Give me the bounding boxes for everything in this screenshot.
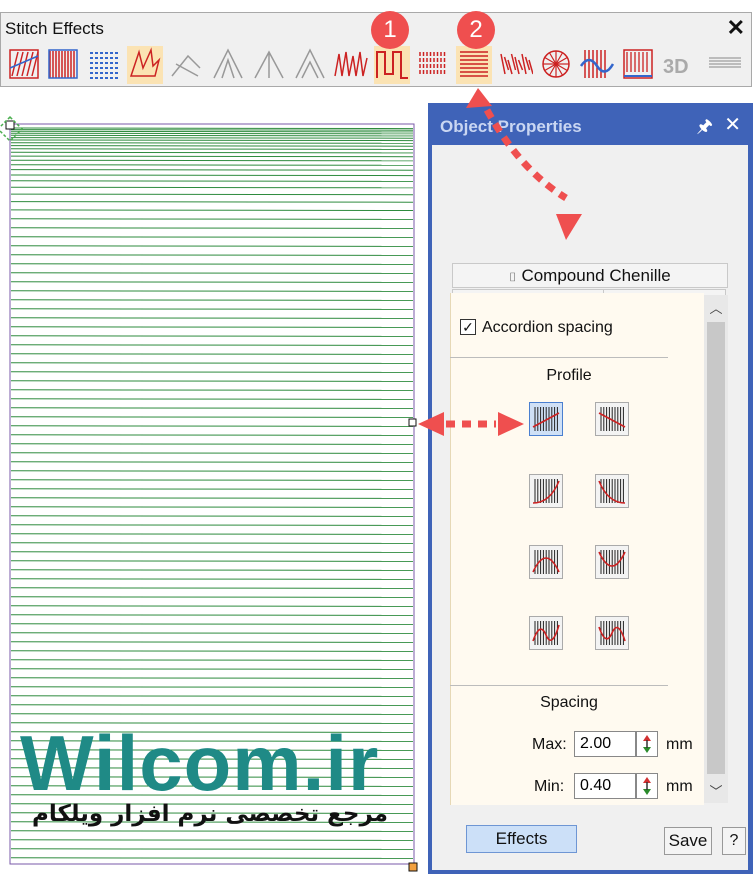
divider — [450, 685, 668, 686]
profile-linear-down-button[interactable] — [595, 402, 629, 436]
accordion-spacing-checkbox[interactable]: ✓ — [460, 319, 476, 335]
object-properties-panel: Object Properties 🖈 ✕ ⌷ Compound Chenille… — [428, 103, 753, 874]
scroll-down-icon[interactable]: ﹀ — [704, 781, 728, 800]
max-spin-button[interactable] — [636, 731, 658, 757]
profile-linear-up-button[interactable] — [529, 402, 563, 436]
max-unit: mm — [666, 736, 693, 753]
square-wave-tool-button[interactable] — [374, 46, 410, 84]
compound-chenille-icon: ⌷ — [509, 270, 517, 284]
raised-satin-tool-button[interactable] — [415, 46, 451, 84]
max-spacing-input[interactable]: 2.00 — [574, 731, 636, 757]
radial-fill-tool-button[interactable] — [538, 46, 574, 84]
carved-fill-tool-button[interactable] — [620, 46, 656, 84]
save-button[interactable]: Save — [664, 827, 712, 855]
spacing-heading: Spacing — [540, 694, 598, 711]
profile-arc-concave-button[interactable] — [595, 545, 629, 579]
star-spray-tool-icon — [129, 47, 161, 77]
profile-linear-down-icon — [598, 407, 626, 431]
svg-text:3D: 3D — [663, 56, 689, 78]
profile-curve-down-icon — [598, 479, 626, 504]
tatami-fill-tool-button[interactable] — [86, 46, 122, 84]
zigzag-fill-tool-icon — [334, 51, 368, 77]
double-spike-tool-icon — [254, 50, 284, 79]
accordion-tool-icon — [460, 51, 488, 77]
updown-icon — [643, 777, 651, 795]
motif-run-tool-button[interactable] — [168, 46, 204, 84]
profile-curve-down-button[interactable] — [595, 474, 629, 508]
tatami-fill-tool-icon — [90, 52, 118, 79]
satin-column-tool-icon — [48, 49, 78, 79]
step-badge-1: 1 — [371, 11, 409, 49]
spike-outline-tool-button[interactable] — [292, 46, 328, 84]
toolbar-title: Stitch Effects — [5, 19, 104, 38]
carved-fill-tool-icon — [623, 49, 653, 79]
square-wave-tool-icon — [376, 51, 408, 79]
profile-curve-up-icon — [532, 479, 560, 504]
accordion-spacing-label: Accordion spacing — [482, 319, 613, 336]
help-button[interactable]: ? — [722, 827, 746, 855]
raised-satin-tool-icon — [419, 52, 446, 76]
profile-curve-up-button[interactable] — [529, 474, 563, 508]
profile-heading: Profile — [546, 367, 592, 384]
min-unit: mm — [666, 778, 693, 795]
radial-fill-tool-icon — [542, 50, 570, 78]
profile-arc-convex-icon — [532, 550, 560, 574]
brand-watermark: Wilcom.ir — [20, 719, 380, 807]
max-label: Max: — [532, 736, 567, 753]
3d-tool-button[interactable]: 3D — [661, 46, 697, 84]
scroll-thumb[interactable] — [707, 322, 725, 774]
random-fill-tool-button[interactable] — [497, 46, 533, 84]
tool-row: 3D — [1, 46, 753, 84]
profile-wave-b-icon — [598, 621, 626, 645]
profile-arc-convex-button[interactable] — [529, 545, 563, 579]
triple-spike-tool-icon — [213, 48, 243, 79]
vertical-scrollbar[interactable]: ︿ ﹀ — [704, 295, 728, 803]
satin-zigzag-tool-icon — [9, 49, 39, 79]
scroll-up-icon[interactable]: ︿ — [704, 298, 728, 317]
tab-label: Compound Chenille — [521, 266, 671, 285]
brand-subtitle: مرجع تخصصی نرم افزار ویلکام — [31, 801, 389, 827]
satin-zigzag-tool-button[interactable] — [6, 46, 42, 84]
profile-wave-a-button[interactable] — [529, 616, 563, 650]
profile-wave-a-icon — [532, 621, 560, 645]
double-spike-tool-button[interactable] — [251, 46, 287, 84]
profile-arc-concave-icon — [598, 550, 626, 574]
wave-fill-tool-icon — [579, 50, 615, 78]
profile-wave-b-button[interactable] — [595, 616, 629, 650]
wave-fill-tool-button[interactable] — [579, 46, 615, 84]
tab-compound-chenille[interactable]: ⌷ Compound Chenille — [452, 263, 728, 288]
motif-run-tool-icon — [171, 54, 201, 77]
overflow-tool-icon — [709, 57, 741, 68]
accordion-tool-button[interactable] — [456, 46, 492, 84]
satin-column-tool-button[interactable] — [45, 46, 81, 84]
min-spin-button[interactable] — [636, 773, 658, 799]
check-icon: ✓ — [462, 319, 474, 335]
min-spacing-input[interactable]: 0.40 — [574, 773, 636, 799]
random-fill-tool-icon — [500, 53, 533, 75]
triple-spike-tool-button[interactable] — [210, 46, 246, 84]
design-canvas[interactable]: Wilcom.ir مرجع تخصصی نرم افزار ویلکام — [0, 95, 425, 874]
3d-tool-icon: 3D — [663, 56, 689, 78]
step-badge-2: 2 — [457, 11, 495, 49]
panel-body: ⌷Compound Chenille✦Decorative◜Curves⫽Sho… — [432, 145, 748, 870]
panel-title: Object Properties — [440, 117, 582, 136]
divider — [450, 357, 668, 358]
pin-icon[interactable]: 🖈 — [696, 114, 713, 144]
overflow-tool-button[interactable] — [707, 46, 743, 84]
updown-icon — [643, 735, 651, 753]
panel-close-button[interactable]: ✕ — [724, 112, 741, 137]
toolbar-close-button[interactable]: ✕ — [727, 15, 745, 41]
effects-button[interactable]: Effects — [466, 825, 577, 853]
min-label: Min: — [534, 778, 565, 795]
spike-outline-tool-icon — [295, 48, 325, 79]
star-spray-tool-button[interactable] — [127, 46, 163, 84]
zigzag-fill-tool-button[interactable] — [333, 46, 369, 84]
profile-linear-up-icon — [532, 407, 560, 431]
stitch-effects-toolbar: Stitch Effects ✕ 3D 1 2 — [0, 11, 753, 87]
